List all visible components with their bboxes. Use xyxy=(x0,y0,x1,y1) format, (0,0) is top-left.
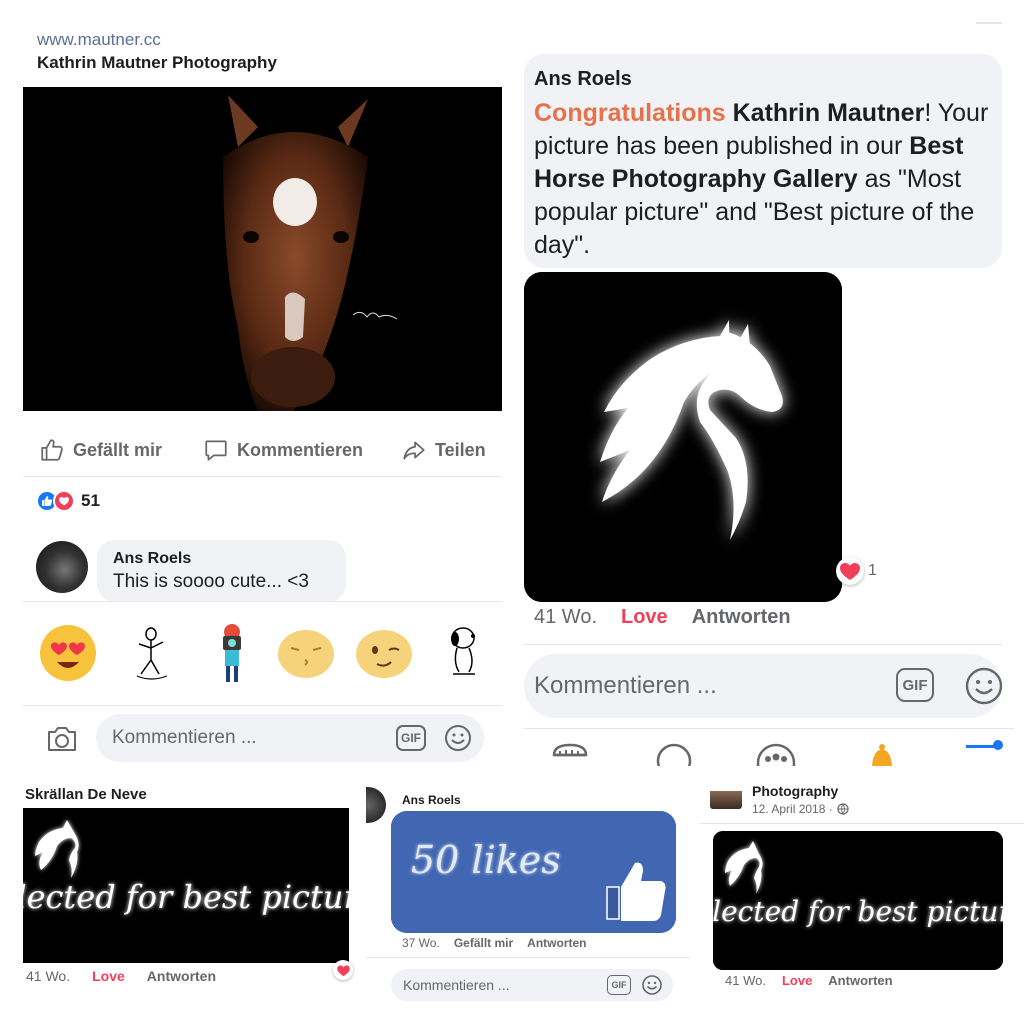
post-url-link[interactable]: www.mautner.cc xyxy=(37,30,161,50)
comment-input-placeholder: Kommentieren ... xyxy=(403,977,510,993)
like-button[interactable]: Gefällt mir xyxy=(39,437,162,463)
post-timestamp[interactable]: 41 Wo. xyxy=(725,973,766,988)
reply-button[interactable]: Antworten xyxy=(147,968,216,984)
groups-icon[interactable] xyxy=(754,741,798,766)
selected-best-picture-image[interactable]: Selected for best picture! xyxy=(700,831,1024,970)
comment-input-placeholder: Kommentieren ... xyxy=(534,672,717,699)
comment-input[interactable]: Kommentieren ... GIF xyxy=(391,969,673,1001)
smiley-icon[interactable] xyxy=(964,666,1004,706)
comment-input[interactable]: Kommentieren ... GIF xyxy=(96,714,484,762)
fifty-likes-text: 50 likes xyxy=(411,838,561,882)
gif-button[interactable]: GIF xyxy=(396,725,426,751)
reply-button[interactable]: Antworten xyxy=(692,606,791,629)
top-divider xyxy=(976,22,1002,24)
selected-for-best-picture-text: Selected for best picture! xyxy=(23,878,349,916)
thumbs-up-icon xyxy=(41,439,63,461)
comment-timestamp[interactable]: 37 Wo. xyxy=(402,936,440,950)
commenter-name[interactable]: Skrällan De Neve xyxy=(25,786,147,803)
share-arrow-icon xyxy=(403,441,425,460)
photographer-sticker-icon[interactable] xyxy=(201,622,263,684)
comment-bubble: Ans Roels This is soooo cute... <3 xyxy=(97,540,346,602)
comment-reply-panel: Ans Roels Congratulations Kathrin Mautne… xyxy=(514,0,1024,766)
heart-icon xyxy=(836,557,864,585)
smiley-icon[interactable] xyxy=(443,723,473,753)
fifty-likes-comment-panel: Ans Roels 50 likes 37 Wo. Gefällt mir An… xyxy=(366,777,690,1024)
horse-logo-image[interactable] xyxy=(524,272,842,602)
photography-post-panel: Photography 12. April 2018 · Selected fo… xyxy=(700,777,1024,1024)
love-count: 1 xyxy=(868,562,877,579)
notification-bell-icon[interactable] xyxy=(864,741,900,766)
reaction-count: 51 xyxy=(81,491,100,510)
foal-portrait-photo[interactable] xyxy=(23,87,502,411)
divider xyxy=(700,823,1024,824)
profile-icon[interactable] xyxy=(654,741,694,766)
reply-meta-row: 41 Wo. Love Antworten xyxy=(534,606,791,629)
gif-button[interactable]: GIF xyxy=(896,668,934,702)
heart-icon xyxy=(336,965,350,976)
comment-meta-row: 41 Wo. Love Antworten xyxy=(26,968,216,984)
like-label: Gefällt mir xyxy=(73,439,163,460)
sticker-tray xyxy=(23,601,502,706)
reply-button[interactable]: Antworten xyxy=(527,936,586,950)
comment-author[interactable]: Ans Roels xyxy=(113,550,330,568)
selected-best-picture-image[interactable]: Selected for best picture! xyxy=(0,808,366,963)
mentioned-name[interactable]: Kathrin Mautner xyxy=(733,99,925,127)
fifty-likes-image[interactable]: 50 likes xyxy=(391,811,676,933)
divider xyxy=(524,644,1002,645)
comment-text: This is soooo cute... <3 xyxy=(113,571,309,592)
reaction-summary[interactable]: 51 xyxy=(36,490,100,512)
snoopy-sticker-icon[interactable] xyxy=(433,622,495,684)
love-reaction-icon xyxy=(53,490,75,512)
commenter-name[interactable]: Ans Roels xyxy=(402,793,461,807)
comment-label: Kommentieren xyxy=(237,439,364,460)
dancing-bird-sticker-icon[interactable] xyxy=(121,622,183,684)
reply-button[interactable]: Antworten xyxy=(828,973,892,988)
comment-timestamp[interactable]: 41 Wo. xyxy=(26,968,70,984)
wink-face-sticker-icon[interactable] xyxy=(353,622,415,684)
share-button[interactable]: Teilen xyxy=(401,437,486,463)
bottom-nav-bar xyxy=(524,728,1014,766)
menu-icon[interactable] xyxy=(964,737,1004,757)
share-label: Teilen xyxy=(435,439,486,460)
page-name[interactable]: Photography xyxy=(752,783,838,799)
comment-meta-row: 37 Wo. Gefällt mir Antworten xyxy=(402,936,587,950)
congratulations-text: Congratulations xyxy=(534,99,726,127)
kiss-face-sticker-icon[interactable] xyxy=(275,622,337,684)
love-reaction-badge[interactable] xyxy=(333,960,353,980)
reply-author[interactable]: Ans Roels xyxy=(534,68,992,91)
commenter-avatar[interactable] xyxy=(366,787,386,823)
page-avatar[interactable] xyxy=(710,783,742,809)
comment-input[interactable]: Kommentieren ... GIF xyxy=(524,654,1004,718)
post-date[interactable]: 12. April 2018 · xyxy=(752,802,849,816)
post-action-bar: Gefällt mir Kommentieren Teilen xyxy=(23,425,502,477)
facebook-post-panel: www.mautner.cc Kathrin Mautner Photograp… xyxy=(0,0,514,766)
comment-input-placeholder: Kommentieren ... xyxy=(112,727,257,748)
page-name[interactable]: Kathrin Mautner Photography xyxy=(37,53,277,73)
post-meta-row: 41 Wo. Love Antworten xyxy=(725,973,893,988)
camera-icon[interactable] xyxy=(46,725,78,753)
marketplace-icon[interactable] xyxy=(550,741,590,766)
reply-text: Congratulations Kathrin Mautner! Your pi… xyxy=(534,97,992,262)
love-button[interactable]: Love xyxy=(782,973,812,988)
heart-eyes-sticker-icon[interactable] xyxy=(37,622,99,684)
commenter-avatar[interactable] xyxy=(36,541,88,593)
globe-icon xyxy=(837,803,849,815)
divider xyxy=(366,957,690,958)
reply-comment-bubble: Ans Roels Congratulations Kathrin Mautne… xyxy=(524,54,1002,268)
smiley-icon[interactable] xyxy=(641,974,663,996)
comment-bubble-icon xyxy=(205,440,227,461)
reply-timestamp[interactable]: 41 Wo. xyxy=(534,606,597,629)
love-reaction-badge[interactable]: 1 xyxy=(836,557,877,585)
like-button[interactable]: Gefällt mir xyxy=(454,936,513,950)
gif-button[interactable]: GIF xyxy=(607,975,631,995)
post-date-text: 12. April 2018 · xyxy=(752,802,833,816)
selected-for-best-picture-text: Selected for best picture! xyxy=(713,895,1003,928)
love-button[interactable]: Love xyxy=(92,968,125,984)
selected-comment-panel-left: Skrällan De Neve Selected for best pictu… xyxy=(0,777,366,1024)
love-button[interactable]: Love xyxy=(621,606,668,629)
comment-button[interactable]: Kommentieren xyxy=(203,437,363,463)
